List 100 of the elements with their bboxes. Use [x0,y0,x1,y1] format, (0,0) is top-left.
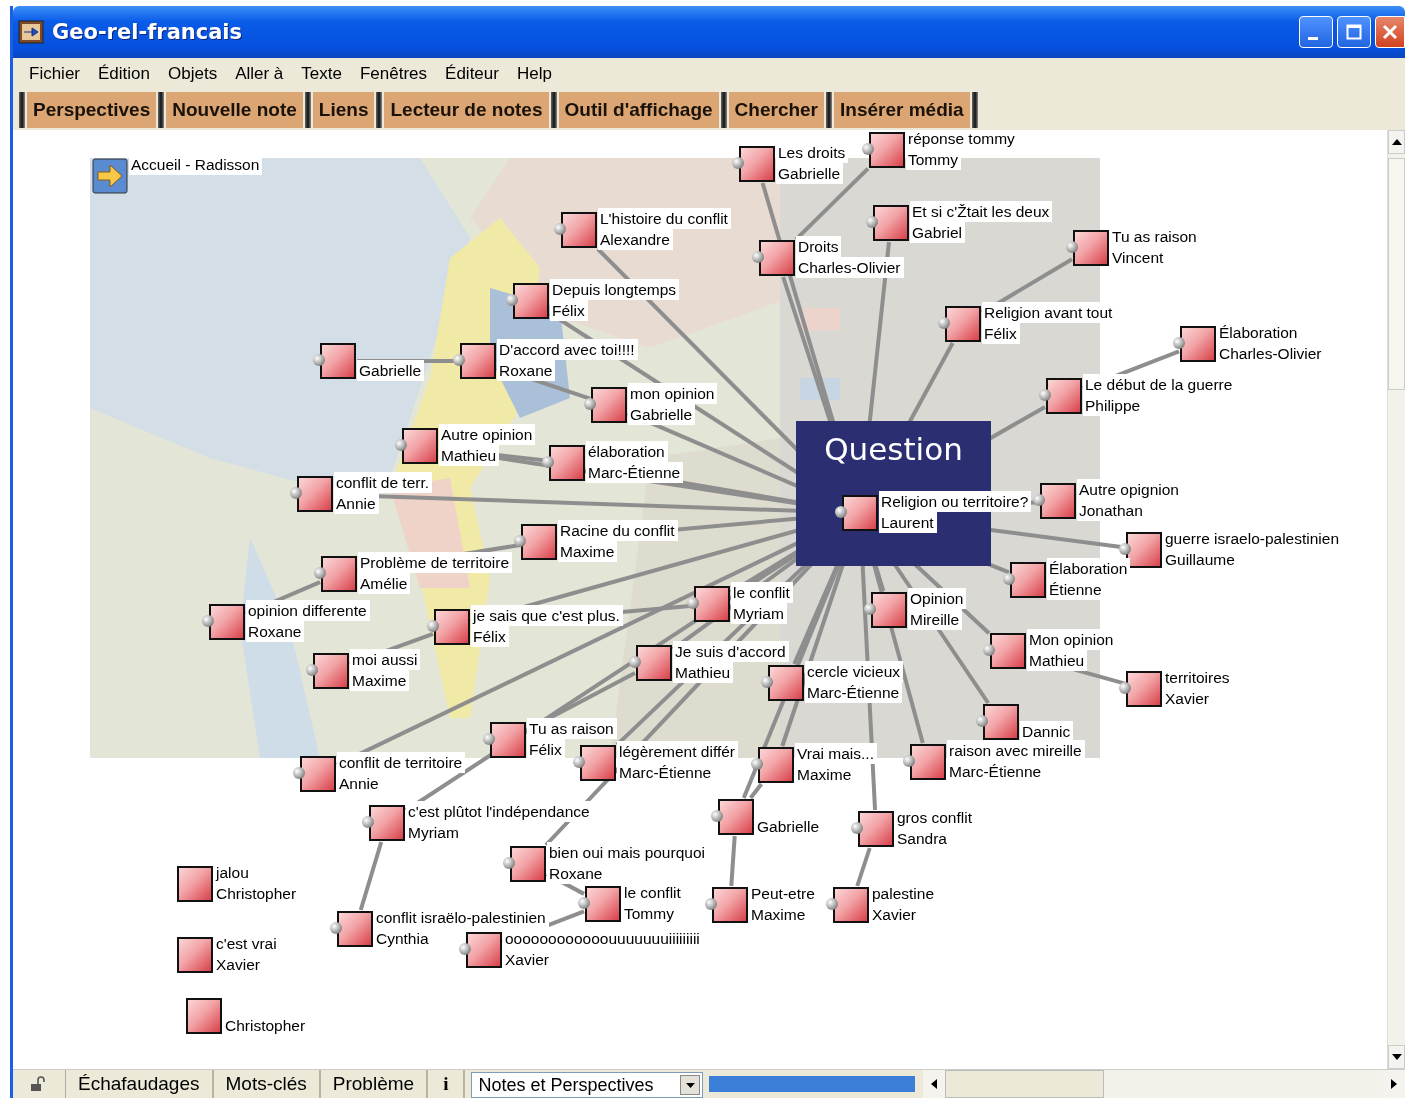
note-icon[interactable] [768,665,804,701]
link-line [358,841,384,911]
note-icon[interactable] [910,744,946,780]
note-title: Droits [796,236,842,257]
note-icon[interactable] [873,205,909,241]
note-title: légèrement différ [617,741,739,762]
note-icon[interactable] [320,343,356,379]
note-icon[interactable] [1010,562,1046,598]
note-title: cercle vicieux [805,661,904,682]
toolbar-button[interactable]: Perspectives [27,92,157,128]
note-icon[interactable] [337,911,373,947]
note-icon[interactable] [177,937,213,973]
menu-item[interactable]: Édition [90,62,160,86]
note-icon[interactable] [434,609,470,645]
menu-item[interactable]: Aller à [227,62,294,86]
note-icon[interactable] [983,704,1019,740]
note-icon[interactable] [759,240,795,276]
note-icon[interactable] [869,132,905,168]
note-icon[interactable] [1126,671,1162,707]
caret-icon[interactable] [680,1075,701,1095]
note-icon[interactable] [858,811,894,847]
note-icon[interactable] [871,592,907,628]
note-author: Myriam [731,603,787,624]
view-dropdown[interactable]: Notes et Perspectives [471,1072,704,1098]
note-icon[interactable] [369,805,405,841]
toolbar-button[interactable]: Liens [312,92,375,128]
note-author: Félix [982,323,1020,344]
note-author: Charles-Olivier [796,257,904,278]
note-icon[interactable] [1073,230,1109,266]
note-icon[interactable] [694,586,730,622]
note-icon[interactable] [209,604,245,640]
toolbar-separator [720,92,727,128]
scroll-thumb[interactable] [1388,158,1405,390]
close-icon [1380,22,1400,42]
toolbar-button[interactable]: Lecteur de notes [384,92,549,128]
note-title: Tu as raison [527,718,617,739]
toolbar-button[interactable]: Nouvelle note [166,92,303,128]
note-icon[interactable] [313,653,349,689]
menu-item[interactable]: Objets [160,62,228,86]
note-icon[interactable] [585,886,621,922]
note-icon[interactable] [513,283,549,319]
note-icon[interactable] [297,476,333,512]
note-title: Vrai mais... [795,743,877,764]
note-title: c'est plûtot l'indépendance [406,801,593,822]
horizontal-scrollbar[interactable] [923,1070,1405,1098]
menu-item[interactable]: Fichier [21,62,90,86]
menu-item[interactable]: Éditeur [437,62,509,86]
toolbar-button[interactable]: Insérer média [834,92,970,128]
note-icon[interactable] [1040,483,1076,519]
note-icon[interactable] [833,887,869,923]
note-title: réponse tommy [906,130,1018,149]
note-icon[interactable] [1126,532,1162,568]
note-icon[interactable] [990,633,1026,669]
note-icon[interactable] [712,887,748,923]
note-icon[interactable] [591,387,627,423]
note-author: Marc-Étienne [805,682,903,703]
note-icon[interactable] [739,146,775,182]
menu-item[interactable]: Fenêtres [351,62,438,86]
note-icon[interactable] [1046,378,1082,414]
note-icon[interactable] [1180,326,1216,362]
toolbar-button[interactable]: Outil d'affichage [558,92,719,128]
close-button[interactable] [1375,16,1405,48]
maximize-button[interactable] [1337,16,1371,48]
menu-item[interactable]: Help [508,62,562,86]
scroll-left-icon[interactable] [923,1070,946,1098]
note-icon[interactable] [549,445,585,481]
note-icon[interactable] [636,645,672,681]
scroll-up-icon[interactable] [1388,130,1405,154]
note-title: mon opinion [628,383,718,404]
note-icon[interactable] [718,799,754,835]
menu-item[interactable]: Texte [293,62,352,86]
note-icon[interactable] [758,747,794,783]
note-icon[interactable] [510,846,546,882]
note-icon[interactable] [945,306,981,342]
scroll-thumb[interactable] [945,1070,1105,1098]
note-title: moi aussi [350,649,421,670]
note-title: opinion differente [246,600,370,621]
toolbar-button[interactable]: Chercher [728,92,824,128]
minimize-button[interactable] [1299,16,1333,48]
note-icon[interactable] [561,212,597,248]
note-icon[interactable] [521,524,557,560]
note-author: Maxime [350,670,410,691]
note-author: Gabrielle [628,404,696,425]
note-icon[interactable] [186,998,222,1034]
unlock-icon[interactable] [30,1076,48,1092]
vertical-scrollbar[interactable] [1387,130,1405,1069]
note-author: Mathieu [439,445,500,466]
note-icon[interactable] [402,428,438,464]
note-icon[interactable] [842,495,878,531]
note-icon[interactable] [490,722,526,758]
note-icon[interactable] [466,932,502,968]
toolbar-separator [550,92,557,128]
note-icon[interactable] [300,756,336,792]
scroll-down-icon[interactable] [1388,1045,1405,1069]
note-icon[interactable] [460,343,496,379]
scroll-right-icon[interactable] [1383,1070,1405,1098]
note-title: Élaboration [1047,558,1131,579]
note-icon[interactable] [580,745,616,781]
note-icon[interactable] [177,866,213,902]
note-icon[interactable] [321,556,357,592]
